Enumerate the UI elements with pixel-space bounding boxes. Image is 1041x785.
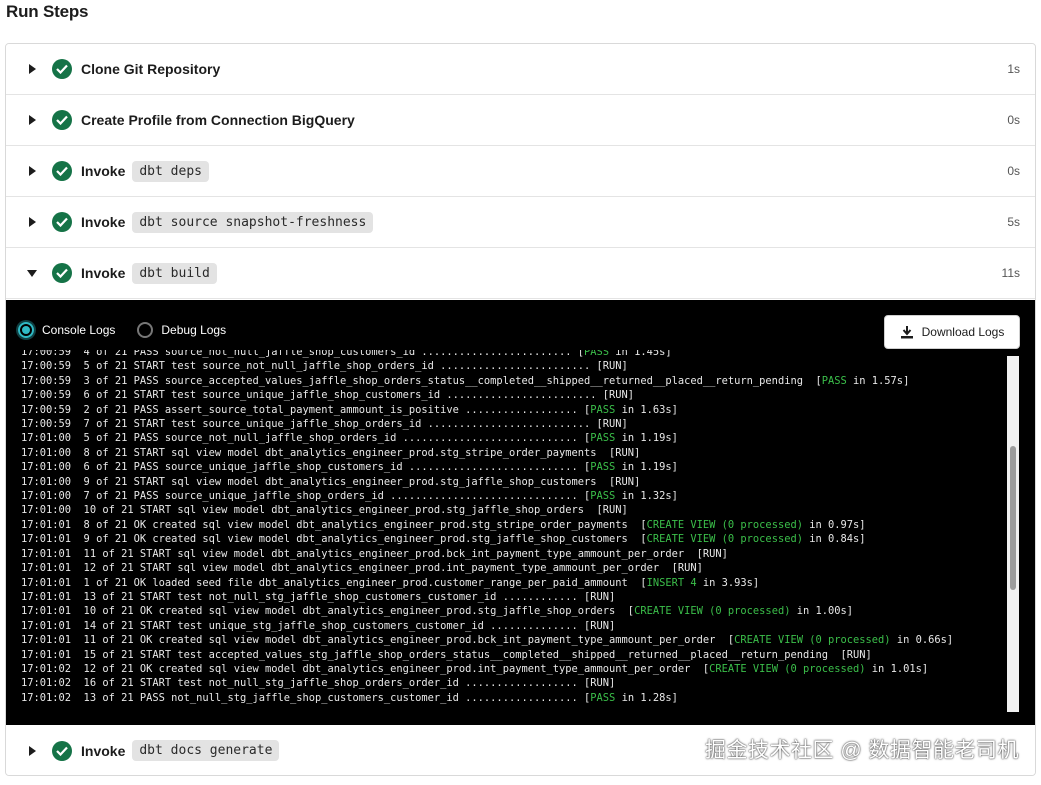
download-logs-button[interactable]: Download Logs bbox=[884, 315, 1020, 349]
step-duration: 1s bbox=[1007, 62, 1020, 76]
log-line: 17:00:59 6 of 21 START test source_uniqu… bbox=[21, 389, 635, 402]
step-row-dbt-build[interactable]: Invoke dbt build 11s bbox=[6, 248, 1035, 299]
log-line: 17:01:01 13 of 21 START test not_null_st… bbox=[21, 590, 616, 603]
check-circle-icon bbox=[52, 161, 72, 181]
log-line: 17:01:01 15 of 21 START test accepted_va… bbox=[21, 648, 872, 661]
log-line: 17:01:00 6 of 21 PASS source_unique_jaff… bbox=[21, 461, 678, 474]
step-row-source-freshness[interactable]: Invoke dbt source snapshot-freshness 5s bbox=[6, 197, 1035, 248]
step-label: Clone Git Repository bbox=[81, 61, 221, 77]
download-logs-label: Download Logs bbox=[921, 325, 1005, 339]
step-label: Create Profile from Connection BigQuery bbox=[81, 112, 355, 128]
log-line: 17:00:59 5 of 21 START test source_not_n… bbox=[21, 360, 628, 373]
log-line: 17:01:00 9 of 21 START sql view model db… bbox=[21, 475, 641, 488]
step-command: dbt source snapshot-freshness bbox=[132, 211, 374, 233]
step-label: Invoke bbox=[81, 742, 126, 759]
log-line: 17:01:01 11 of 21 OK created sql view mo… bbox=[21, 634, 954, 647]
step-row-dbt-deps[interactable]: Invoke dbt deps 0s bbox=[6, 146, 1035, 197]
step-duration: 11s bbox=[1001, 266, 1020, 280]
watermark-text: 掘金技术社区 @ 数据智能老司机 bbox=[705, 739, 1019, 762]
log-scrollbar[interactable] bbox=[1007, 356, 1019, 712]
check-circle-icon bbox=[52, 740, 72, 761]
console-logs-label[interactable]: Console Logs bbox=[42, 323, 115, 337]
debug-logs-radio[interactable] bbox=[137, 322, 154, 338]
log-lines: 17:00:59 4 of 21 PASS source_not_null_ja… bbox=[21, 350, 953, 705]
log-line: 17:01:00 7 of 21 PASS source_unique_jaff… bbox=[21, 490, 678, 503]
log-line: 17:01:01 12 of 21 START sql view model d… bbox=[21, 562, 703, 575]
step-row-create-profile[interactable]: Create Profile from Connection BigQuery … bbox=[6, 95, 1035, 146]
check-circle-icon bbox=[52, 212, 72, 232]
console-logs-radio[interactable] bbox=[18, 322, 34, 338]
step-label: Invoke bbox=[81, 214, 126, 230]
check-circle-icon bbox=[52, 263, 72, 283]
step-command: dbt build bbox=[132, 262, 217, 284]
step-command: dbt docs generate bbox=[132, 740, 280, 761]
log-output[interactable]: 17:00:59 4 of 21 PASS source_not_null_ja… bbox=[6, 350, 1002, 718]
log-line: 17:01:00 10 of 21 START sql view model d… bbox=[21, 504, 628, 517]
caret-right-icon[interactable] bbox=[27, 64, 37, 74]
step-duration: 5s bbox=[1007, 215, 1020, 229]
log-line: 17:00:59 3 of 21 PASS source_accepted_va… bbox=[21, 374, 910, 387]
console-panel: Console Logs Debug Logs Download Logs 17… bbox=[6, 300, 1035, 725]
log-line: 17:01:01 8 of 21 OK created sql view mod… bbox=[21, 518, 866, 531]
page-title: Run Steps bbox=[6, 2, 89, 21]
check-circle-icon bbox=[52, 110, 72, 130]
run-steps-panel: Clone Git Repository 1s Create Profile f… bbox=[5, 43, 1036, 776]
log-line: 17:01:02 12 of 21 OK created sql view mo… bbox=[21, 662, 929, 675]
log-line: 17:01:01 14 of 21 START test unique_stg_… bbox=[21, 619, 616, 632]
log-line: 17:01:01 11 of 21 START sql view model d… bbox=[21, 547, 728, 560]
log-line: 17:01:00 8 of 21 START sql view model db… bbox=[21, 446, 641, 459]
check-circle-icon bbox=[52, 59, 72, 79]
scrollbar-thumb[interactable] bbox=[1010, 446, 1016, 590]
step-duration: 0s bbox=[1007, 164, 1020, 178]
log-tabs: Console Logs Debug Logs bbox=[18, 322, 248, 338]
log-line: 17:01:00 5 of 21 PASS source_not_null_ja… bbox=[21, 432, 678, 445]
log-line: 17:01:02 13 of 21 PASS not_null_stg_jaff… bbox=[21, 691, 678, 704]
caret-right-icon[interactable] bbox=[27, 217, 37, 227]
step-command: dbt deps bbox=[132, 160, 209, 182]
log-line: 17:01:01 9 of 21 OK created sql view mod… bbox=[21, 533, 866, 546]
caret-right-icon[interactable] bbox=[27, 166, 37, 176]
step-label: Invoke bbox=[81, 265, 126, 281]
log-line: 17:00:59 7 of 21 START test source_uniqu… bbox=[21, 418, 628, 431]
log-line: 17:01:02 16 of 21 START test not_null_st… bbox=[21, 677, 616, 690]
log-line: 17:01:01 10 of 21 OK created sql view mo… bbox=[21, 605, 854, 618]
log-line: 17:00:59 2 of 21 PASS assert_source_tota… bbox=[21, 403, 678, 416]
step-duration: 0s bbox=[1007, 113, 1020, 127]
caret-down-icon[interactable] bbox=[27, 269, 37, 277]
download-icon bbox=[900, 326, 913, 339]
step-label: Invoke bbox=[81, 163, 126, 179]
debug-logs-label[interactable]: Debug Logs bbox=[161, 323, 226, 337]
step-row-clone-git[interactable]: Clone Git Repository 1s bbox=[6, 44, 1035, 95]
log-line: 17:01:01 1 of 21 OK loaded seed file dbt… bbox=[21, 576, 760, 589]
caret-right-icon[interactable] bbox=[27, 115, 37, 125]
log-line: 17:00:59 4 of 21 PASS source_not_null_ja… bbox=[21, 350, 672, 358]
caret-right-icon[interactable] bbox=[27, 745, 37, 756]
